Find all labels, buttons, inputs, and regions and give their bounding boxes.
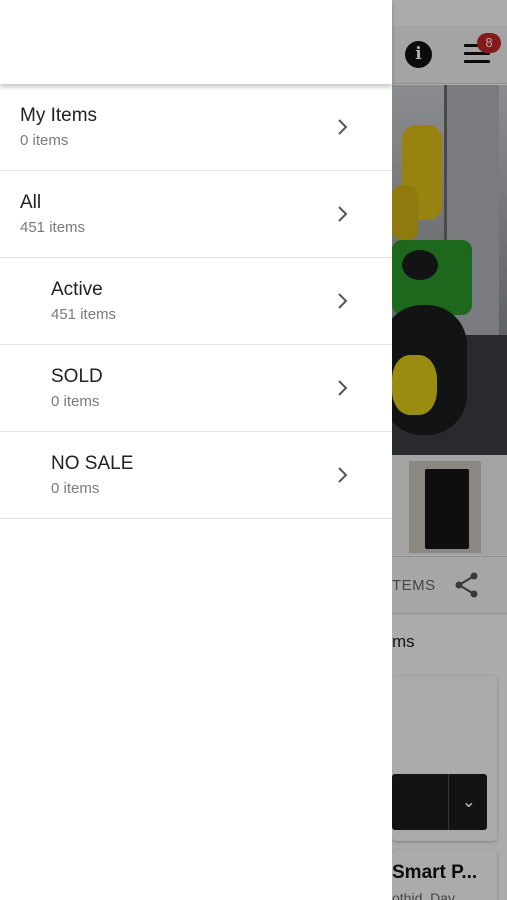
drawer-item-title: Active — [51, 279, 103, 300]
drawer-item-sold[interactable]: SOLD 0 items — [0, 345, 392, 432]
drawer-item-title: My Items — [20, 105, 98, 126]
drawer-item-all[interactable]: All 451 items — [0, 171, 392, 258]
chevron-right-icon — [338, 380, 348, 396]
drawer-item-count: 451 items — [51, 306, 117, 323]
drawer-item-title: SOLD — [51, 366, 103, 387]
navigation-drawer: My Items 0 items All 451 items Active 45… — [0, 0, 392, 900]
chevron-right-icon — [338, 467, 348, 483]
drawer-item-count: 0 items — [51, 480, 100, 497]
drawer-item-my-items[interactable]: My Items 0 items — [0, 84, 392, 171]
drawer-header — [0, 0, 392, 84]
chevron-right-icon — [338, 206, 348, 222]
drawer-item-no-sale[interactable]: NO SALE 0 items — [0, 432, 392, 519]
drawer-item-title: All — [20, 192, 42, 213]
chevron-right-icon — [338, 293, 348, 309]
drawer-item-count: 451 items — [20, 219, 86, 236]
drawer-item-title: NO SALE — [51, 453, 134, 474]
drawer-item-count: 0 items — [51, 393, 100, 410]
drawer-item-active[interactable]: Active 451 items — [0, 258, 392, 345]
chevron-right-icon — [338, 119, 348, 135]
drawer-list: My Items 0 items All 451 items Active 45… — [0, 84, 392, 519]
drawer-item-count: 0 items — [20, 132, 69, 149]
